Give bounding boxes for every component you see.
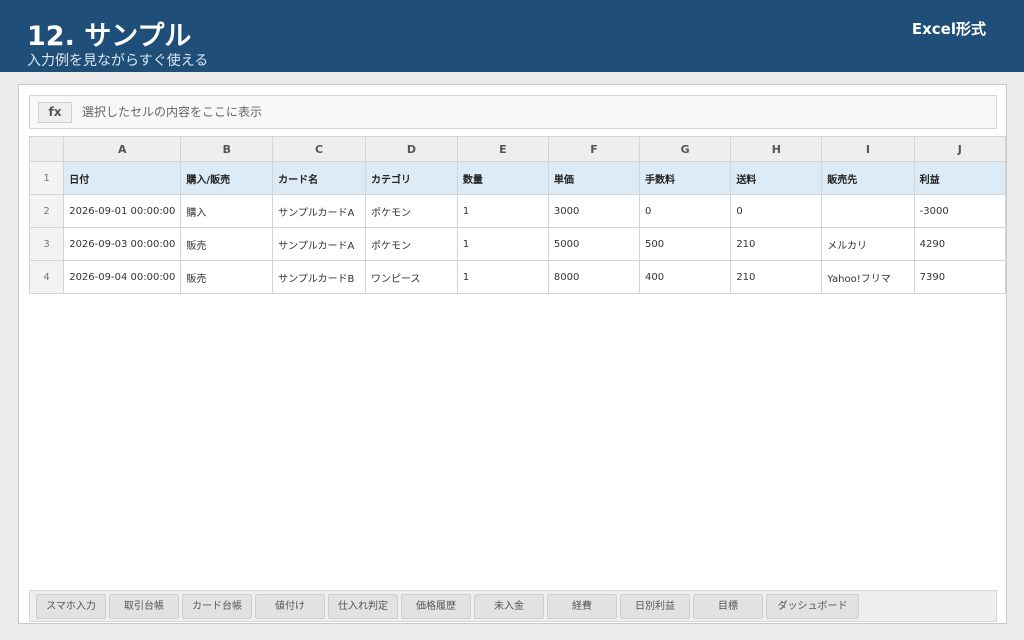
sheet-grid: A B C D E F G H I J 1 日付 購入/販売 カード名 カテゴリ…: [28, 136, 1007, 294]
row-number[interactable]: 1: [28, 161, 65, 195]
table-row: 1 日付 購入/販売 カード名 カテゴリ 数量 単価 手数料 送料 販売先 利益: [28, 161, 1007, 195]
cell[interactable]: メルカリ: [821, 227, 915, 261]
app-header: 12. サンプル 入力例を見ながらすぐ使える Excel形式: [0, 0, 1024, 72]
cell[interactable]: 210: [730, 260, 823, 294]
column-header[interactable]: A: [63, 136, 182, 162]
column-header[interactable]: G: [639, 136, 732, 162]
cell[interactable]: [821, 194, 915, 228]
header-cell[interactable]: 日付: [63, 161, 182, 195]
header-cell[interactable]: 手数料: [639, 161, 732, 195]
row-number[interactable]: 2: [28, 194, 65, 228]
tab-smartphone-input[interactable]: スマホ入力: [36, 594, 106, 619]
cell[interactable]: 2026-09-03 00:00:00: [63, 227, 182, 261]
cell[interactable]: 1: [456, 260, 549, 294]
spreadsheet-panel: fx 選択したセルの内容をここに表示 A B C D E F G H I J 1…: [18, 84, 1007, 624]
header-cell[interactable]: カテゴリ: [364, 161, 458, 195]
column-header[interactable]: B: [180, 136, 274, 162]
formula-bar[interactable]: fx 選択したセルの内容をここに表示: [29, 95, 997, 129]
cell[interactable]: Yahoo!フリマ: [821, 260, 915, 294]
column-header[interactable]: E: [456, 136, 549, 162]
row-number[interactable]: 3: [28, 227, 65, 261]
cell[interactable]: 8000: [547, 260, 641, 294]
cell[interactable]: 4290: [913, 227, 1007, 261]
tab-unpaid[interactable]: 未入金: [474, 594, 544, 619]
cell[interactable]: ポケモン: [364, 194, 458, 228]
tab-expenses[interactable]: 経費: [547, 594, 617, 619]
column-header[interactable]: I: [821, 136, 915, 162]
column-header-row: A B C D E F G H I J: [28, 136, 1007, 162]
tab-dashboard[interactable]: ダッシュボード: [766, 594, 859, 619]
tab-price-history[interactable]: 価格履歴: [401, 594, 471, 619]
column-header[interactable]: C: [272, 136, 366, 162]
cell[interactable]: 0: [730, 194, 823, 228]
column-header[interactable]: H: [730, 136, 823, 162]
corner-cell[interactable]: [28, 136, 65, 162]
cell[interactable]: 500: [639, 227, 732, 261]
cell[interactable]: 2026-09-04 00:00:00: [63, 260, 182, 294]
cell[interactable]: 7390: [913, 260, 1007, 294]
header-cell[interactable]: 利益: [913, 161, 1007, 195]
page-subtitle: 入力例を見ながらすぐ使える: [27, 53, 209, 69]
table-row: 2 2026-09-01 00:00:00 購入 サンプルカードA ポケモン 1…: [28, 194, 1007, 228]
fx-icon: fx: [38, 102, 72, 123]
column-header[interactable]: F: [547, 136, 641, 162]
cell[interactable]: 1: [456, 227, 549, 261]
cell[interactable]: 3000: [547, 194, 641, 228]
cell[interactable]: サンプルカードB: [272, 260, 366, 294]
cell[interactable]: 210: [730, 227, 823, 261]
cell[interactable]: 2026-09-01 00:00:00: [63, 194, 182, 228]
format-label: Excel形式: [911, 20, 986, 38]
sheet-tab-bar: スマホ入力 取引台帳 カード台帳 値付け 仕入れ判定 価格履歴 未入金 経費 日…: [29, 590, 997, 622]
header-cell[interactable]: 単価: [547, 161, 641, 195]
cell[interactable]: -3000: [913, 194, 1007, 228]
tab-transaction-ledger[interactable]: 取引台帳: [109, 594, 179, 619]
tab-card-ledger[interactable]: カード台帳: [182, 594, 252, 619]
header-cell[interactable]: 購入/販売: [180, 161, 274, 195]
table-row: 3 2026-09-03 00:00:00 販売 サンプルカードA ポケモン 1…: [28, 227, 1007, 261]
cell[interactable]: 1: [456, 194, 549, 228]
column-header[interactable]: D: [364, 136, 458, 162]
cell[interactable]: 販売: [180, 260, 274, 294]
header-cell[interactable]: 送料: [730, 161, 823, 195]
cell[interactable]: ワンピース: [364, 260, 458, 294]
row-number[interactable]: 4: [28, 260, 65, 294]
cell[interactable]: 400: [639, 260, 732, 294]
tab-daily-profit[interactable]: 日別利益: [620, 594, 690, 619]
header-cell[interactable]: カード名: [272, 161, 366, 195]
table-row: 4 2026-09-04 00:00:00 販売 サンプルカードB ワンピース …: [28, 260, 1007, 294]
cell[interactable]: サンプルカードA: [272, 227, 366, 261]
cell[interactable]: 購入: [180, 194, 274, 228]
cell[interactable]: 5000: [547, 227, 641, 261]
cell[interactable]: 0: [639, 194, 732, 228]
tab-pricing[interactable]: 値付け: [255, 594, 325, 619]
formula-bar-text: 選択したセルの内容をここに表示: [82, 105, 263, 119]
column-header[interactable]: J: [913, 136, 1007, 162]
tab-purchase-judgement[interactable]: 仕入れ判定: [328, 594, 398, 619]
page-title: 12. サンプル: [27, 21, 192, 52]
cell[interactable]: ポケモン: [364, 227, 458, 261]
tab-goal[interactable]: 目標: [693, 594, 763, 619]
header-cell[interactable]: 数量: [456, 161, 549, 195]
header-cell[interactable]: 販売先: [821, 161, 915, 195]
cell[interactable]: サンプルカードA: [272, 194, 366, 228]
cell[interactable]: 販売: [180, 227, 274, 261]
